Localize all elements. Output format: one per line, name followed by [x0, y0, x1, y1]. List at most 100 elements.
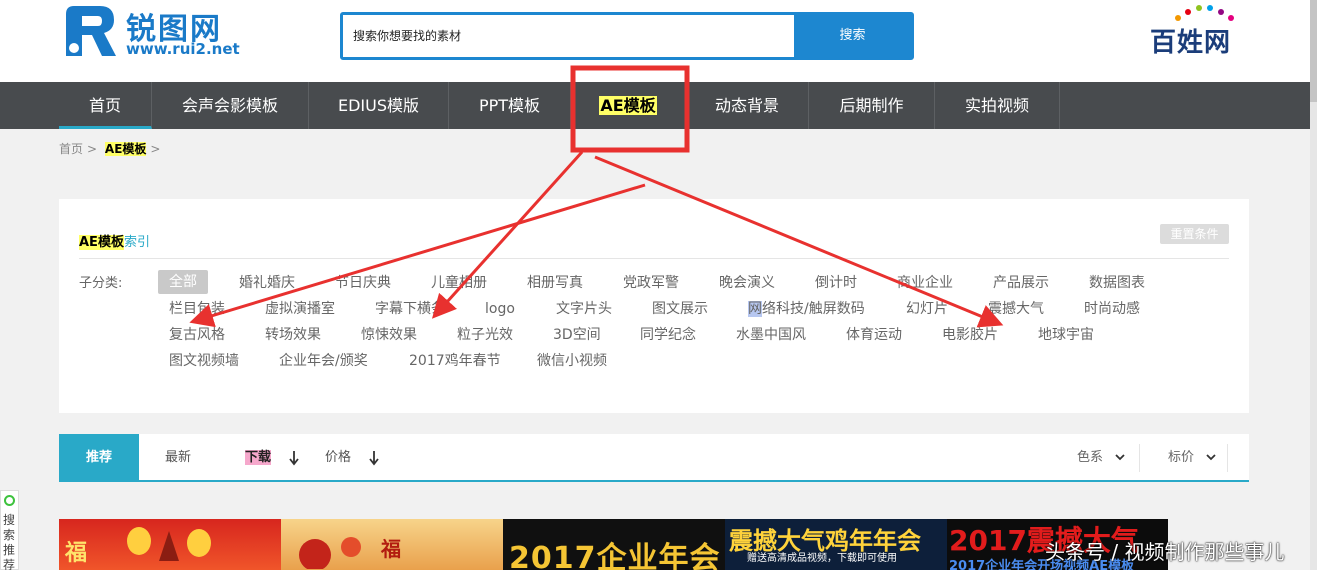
tag-3d-space[interactable]: 3D空间 — [553, 323, 601, 347]
filter-panel: AE模板索引 重置条件 子分类: 全部 婚礼婚庆 节日庆典 儿童相册 相册写真 … — [59, 199, 1249, 413]
tag-virtual-studio[interactable]: 虚拟演播室 — [265, 297, 335, 321]
scrollbar-thumb[interactable] — [1310, 0, 1317, 102]
search-recommend-text: 搜索推荐 — [3, 513, 16, 570]
lantern-icon — [127, 527, 211, 561]
site-header: 锐图网 www.rui2.net 搜索 百姓网 — [0, 0, 1310, 82]
thumbnail-card[interactable]: 福 — [281, 519, 503, 570]
watermark: 头条号 / 视频制作那些事儿 — [1045, 540, 1285, 564]
color-dropdown[interactable]: 色系 — [1077, 434, 1125, 482]
tag-data-chart[interactable]: 数据图表 — [1089, 271, 1145, 295]
nav-item-ae[interactable]: AE模板 — [571, 82, 686, 129]
nav-item-ae-label: AE模板 — [599, 96, 657, 115]
filter-divider — [79, 258, 1229, 259]
tag-kids-album[interactable]: 儿童相册 — [431, 271, 487, 295]
reset-filters-button[interactable]: 重置条件 — [1160, 224, 1229, 244]
page-scrollbar[interactable] — [1310, 0, 1317, 570]
breadcrumb-current[interactable]: AE模板 — [104, 142, 147, 156]
tag-sports[interactable]: 体育运动 — [846, 323, 902, 347]
color-dropdown-label: 色系 — [1077, 450, 1104, 465]
tag-transition[interactable]: 转场效果 — [265, 323, 321, 347]
tag-tech-touch-highlight: 网 — [748, 301, 762, 317]
site-logo[interactable]: 锐图网 www.rui2.net — [60, 2, 250, 62]
ring-icon — [4, 495, 15, 506]
tag-classmates[interactable]: 同学纪念 — [640, 323, 696, 347]
thumbnail-card[interactable]: 福 — [59, 519, 281, 570]
tag-countdown[interactable]: 倒计时 — [815, 271, 857, 295]
tag-2017-spring[interactable]: 2017鸡年春节 — [409, 349, 501, 373]
tag-lower-third[interactable]: 字幕下横条 — [375, 297, 445, 321]
thumbnail-title: 福 — [65, 541, 88, 566]
search-button[interactable]: 搜索 — [794, 15, 911, 57]
sort-down-arrow-icon — [369, 451, 379, 466]
tag-tech-touch[interactable]: 网络科技/触屏数码 — [748, 297, 865, 321]
sort-price-tab[interactable]: 价格 — [325, 434, 351, 482]
tag-earth-space[interactable]: 地球宇宙 — [1038, 323, 1094, 347]
thumbnail-card[interactable]: 震撼大气鸡年年会 赠送高清成品视频，下载即可使用 — [725, 519, 947, 570]
tag-video-wall[interactable]: 图文视频墙 — [169, 349, 239, 373]
sort-separator — [1139, 444, 1140, 472]
search-input[interactable] — [343, 15, 795, 57]
nav-item-post-production[interactable]: 后期制作 — [809, 82, 935, 129]
nav-item-dynamic-bg[interactable]: 动态背景 — [686, 82, 809, 129]
main-nav: 首页 会声会影模板 EDIUS模版 PPT模板 AE模板 动态背景 后期制作 实… — [0, 82, 1310, 129]
sort-latest-tab[interactable]: 最新 — [165, 434, 191, 482]
partner-logo-text: 百姓网 — [1150, 28, 1232, 58]
search-recommend-widget[interactable]: 搜索推荐 — [0, 490, 19, 570]
partner-dots-icon — [1175, 5, 1234, 21]
tag-particles[interactable]: 粒子光效 — [457, 323, 513, 347]
tag-tech-touch-label: 络科技/触屏数码 — [762, 301, 865, 317]
tag-slideshow[interactable]: 幻灯片 — [906, 297, 948, 321]
subcategory-label: 子分类: — [79, 276, 123, 291]
nav-item-ppt[interactable]: PPT模板 — [449, 82, 571, 129]
sort-down-arrow-icon — [289, 451, 299, 466]
tag-epic[interactable]: 震撼大气 — [988, 297, 1044, 321]
filter-title-suffix: 索引 — [123, 235, 150, 250]
breadcrumb-separator: > — [87, 142, 98, 156]
thumbnail-title: 2017企业年会 — [509, 541, 721, 570]
logo-mark-icon — [66, 6, 116, 56]
nav-item-huishenghuiying[interactable]: 会声会影模板 — [152, 82, 309, 129]
sort-separator — [1227, 444, 1228, 472]
price-tag-dropdown[interactable]: 标价 — [1168, 434, 1216, 482]
filter-title: AE模板索引 — [79, 231, 150, 250]
tag-fashion[interactable]: 时尚动感 — [1084, 297, 1140, 321]
tag-photo-album[interactable]: 相册写真 — [527, 271, 583, 295]
tag-retro[interactable]: 复古风格 — [169, 323, 225, 347]
thumbnail-card[interactable]: 2017企业年会 — [503, 519, 725, 570]
sort-recommend-tab[interactable]: 推荐 — [59, 434, 139, 482]
breadcrumb-home[interactable]: 首页 — [59, 142, 83, 156]
fireworks-icon — [299, 537, 361, 569]
tag-logo[interactable]: logo — [485, 297, 515, 321]
tag-ink-chinese[interactable]: 水墨中国风 — [736, 323, 806, 347]
tag-film[interactable]: 电影胶片 — [942, 323, 998, 347]
thumbnail-title: 福 — [381, 537, 401, 561]
thumbnail-subtitle: 赠送高清成品视频，下载即可使用 — [747, 553, 897, 564]
tag-product[interactable]: 产品展示 — [993, 271, 1049, 295]
tag-business[interactable]: 商业企业 — [897, 271, 953, 295]
tag-text-intro[interactable]: 文字片头 — [556, 297, 612, 321]
nav-item-live-video[interactable]: 实拍视频 — [935, 82, 1060, 129]
nav-item-home[interactable]: 首页 — [59, 82, 152, 129]
tag-column-package[interactable]: 栏目包装 — [169, 297, 225, 321]
search-box: 搜索 — [340, 12, 914, 60]
tag-gala[interactable]: 晚会演义 — [719, 271, 775, 295]
tag-all[interactable]: 全部 — [158, 270, 208, 294]
breadcrumb: 首页 > AE模板 > — [59, 140, 164, 157]
logo-url: www.rui2.net — [126, 40, 240, 58]
sort-bar: 推荐 最新 下载 价格 色系 标价 — [59, 434, 1249, 482]
tag-party-military[interactable]: 党政军警 — [623, 271, 679, 295]
sort-downloads-tab[interactable]: 下载 — [245, 434, 272, 482]
nav-item-edius[interactable]: EDIUS模版 — [309, 82, 449, 129]
chevron-down-icon — [1115, 454, 1125, 461]
partner-logo[interactable]: 百姓网 — [1150, 4, 1242, 58]
tag-thriller[interactable]: 惊悚效果 — [361, 323, 417, 347]
tag-wedding[interactable]: 婚礼婚庆 — [239, 271, 295, 295]
tag-festival[interactable]: 节日庆典 — [335, 271, 391, 295]
price-tag-dropdown-label: 标价 — [1168, 450, 1195, 465]
chevron-down-icon — [1206, 454, 1216, 461]
sort-downloads-label: 下载 — [245, 450, 272, 465]
tag-image-text[interactable]: 图文展示 — [652, 297, 708, 321]
filter-title-main: AE模板 — [79, 235, 124, 250]
tag-annual-meeting[interactable]: 企业年会/颁奖 — [279, 349, 368, 373]
tag-wechat-video[interactable]: 微信小视频 — [537, 349, 607, 373]
